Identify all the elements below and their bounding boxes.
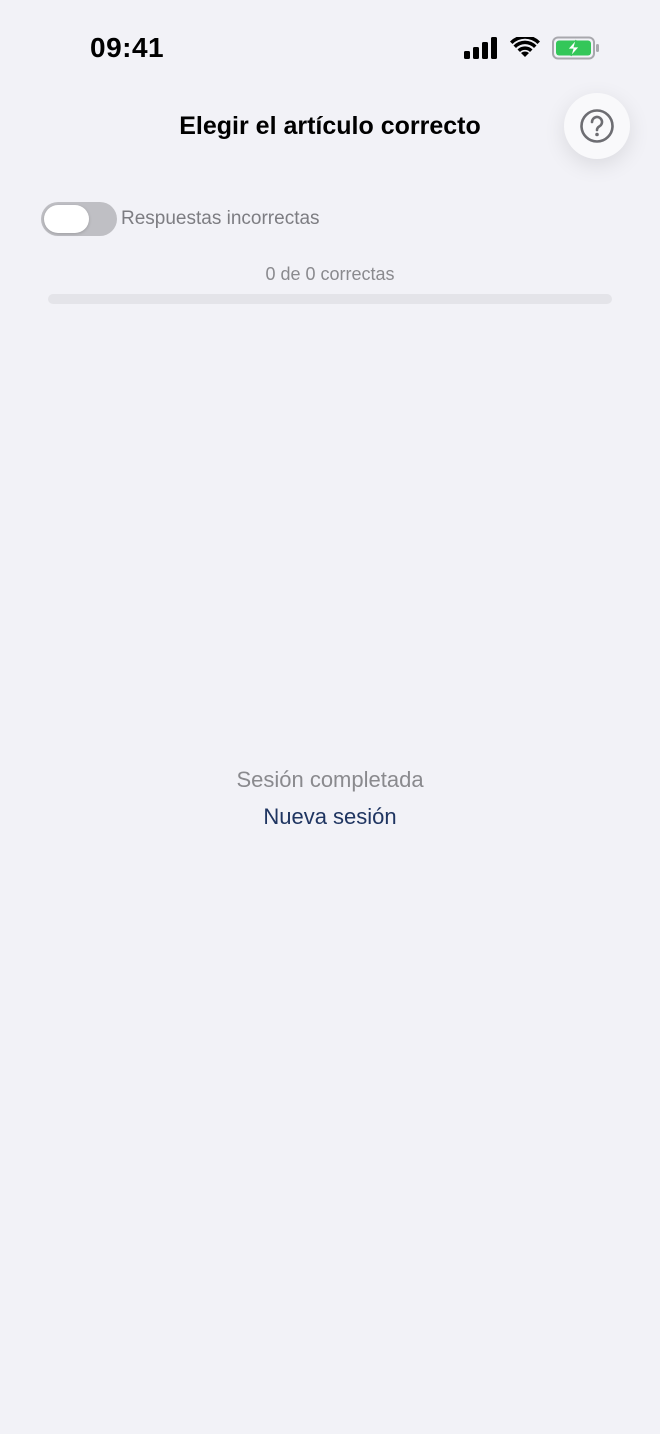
status-bar: 09:41 xyxy=(0,0,660,96)
wrong-answers-label: Respuestas incorrectas xyxy=(121,208,320,229)
status-icons xyxy=(464,36,600,60)
cellular-signal-icon xyxy=(464,37,497,59)
progress-text: 0 de 0 correctas xyxy=(265,264,395,284)
question-circle-icon xyxy=(580,109,614,143)
help-button[interactable] xyxy=(564,93,630,159)
wrong-answers-toggle[interactable] xyxy=(41,202,117,236)
page-title: Elegir el artículo correcto xyxy=(179,112,481,140)
session-completed-text: Sesión completada xyxy=(236,767,424,792)
battery-charging-icon xyxy=(552,36,599,60)
wifi-icon xyxy=(510,37,540,57)
toggle-knob xyxy=(44,205,89,233)
wrong-answers-toggle-row: Respuestas incorrectas xyxy=(41,202,320,236)
new-session-button[interactable]: Nueva sesión xyxy=(230,804,430,830)
progress-bar xyxy=(48,294,612,304)
status-time: 09:41 xyxy=(90,32,165,63)
